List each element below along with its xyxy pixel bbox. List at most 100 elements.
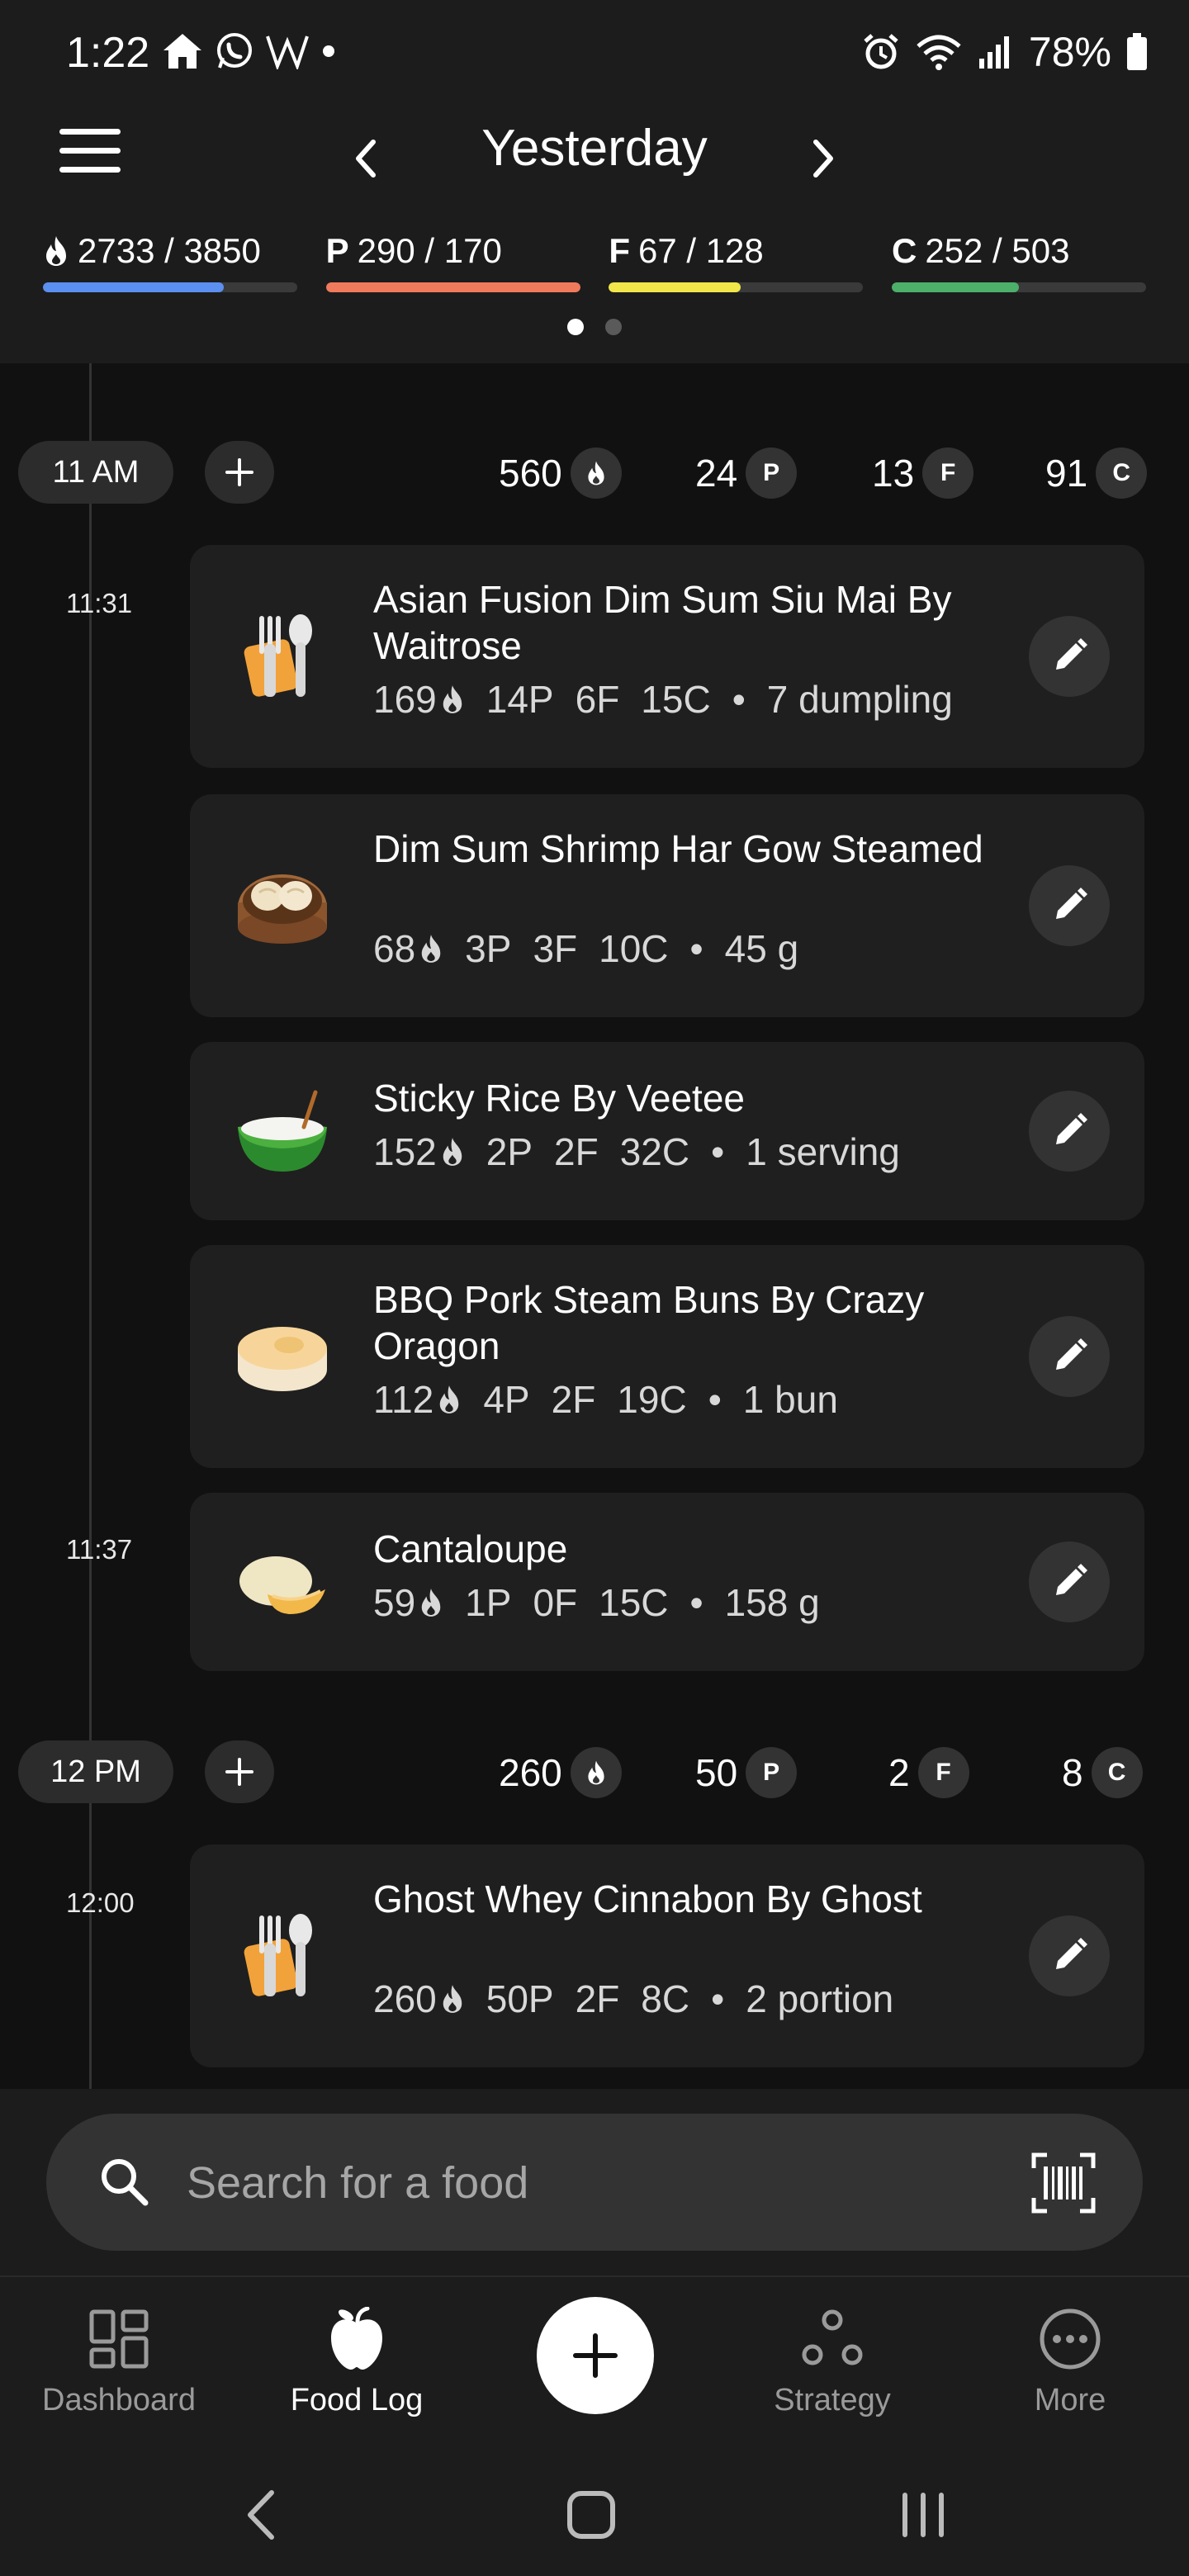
separator-dot: •	[689, 927, 703, 970]
food-carbs: 15C	[641, 678, 711, 721]
search-bar[interactable]	[46, 2114, 1143, 2251]
food-protein: 50P	[486, 1977, 554, 2020]
add-to-hour-button[interactable]	[205, 441, 274, 504]
edit-entry-button[interactable]	[1029, 1541, 1110, 1622]
apple-icon	[331, 2307, 382, 2370]
hour-carbs-value: 91	[1045, 452, 1088, 495]
separator-dot: •	[708, 1378, 722, 1421]
hour-calories-value: 260	[499, 1751, 562, 1794]
protein-progress-bar	[325, 282, 580, 292]
rice-bowl-icon	[233, 1082, 332, 1181]
flame-icon	[443, 1985, 462, 2013]
flame-icon	[440, 1385, 459, 1413]
page-dot-1[interactable]	[567, 319, 584, 335]
flame-icon	[443, 685, 462, 713]
food-entry-card[interactable]: BBQ Pork Steam Buns By Crazy Oragon 112 …	[190, 1245, 1144, 1468]
chevron-right-icon	[813, 140, 833, 178]
home-square-icon	[567, 2491, 615, 2539]
food-protein: 2P	[486, 1130, 533, 1173]
menu-button[interactable]	[59, 129, 121, 178]
system-recents-button[interactable]	[882, 2482, 964, 2548]
dumpling-basket-icon	[233, 856, 332, 955]
hour-carbs: 91 C	[1045, 444, 1148, 502]
tab-more[interactable]: More	[971, 2302, 1169, 2442]
hour-fat: 13 F	[872, 444, 974, 502]
utensils-icon	[233, 607, 332, 706]
separator-dot: •	[711, 1977, 725, 2020]
tab-food-log[interactable]: Food Log	[258, 2302, 456, 2442]
edit-entry-button[interactable]	[1029, 865, 1110, 946]
hour-calories: 560	[499, 444, 622, 502]
food-fat: 0F	[533, 1581, 578, 1624]
macro-calories: 2733 / 3850	[43, 228, 297, 292]
macro-summary[interactable]: 2733 / 3850 P 290 / 170 F 67 / 128 C 252…	[43, 228, 1146, 292]
barcode-scan-icon	[1031, 2152, 1096, 2214]
food-serving: 1 bun	[742, 1378, 838, 1421]
pencil-icon	[1056, 638, 1087, 670]
food-fat: 6F	[575, 678, 620, 721]
food-title: Ghost Whey Cinnabon By Ghost	[373, 1878, 922, 1920]
food-carbs: 19C	[617, 1378, 687, 1421]
next-day-button[interactable]	[794, 125, 852, 192]
edit-entry-button[interactable]	[1029, 1091, 1110, 1172]
food-entry-card[interactable]: Ghost Whey Cinnabon By Ghost 260 50P 2F …	[190, 1844, 1144, 2067]
fat-progress-bar	[609, 282, 864, 292]
food-calories: 68	[373, 927, 416, 970]
hour-carbs: 8 C	[1062, 1744, 1143, 1802]
entry-time: 12:00	[66, 1887, 135, 1918]
food-fat: 2F	[554, 1130, 599, 1173]
alarm-icon	[864, 34, 898, 69]
food-stats: 59 1P 0F 15C • 158 g	[373, 1580, 820, 1625]
pencil-icon	[1056, 1564, 1087, 1595]
pencil-icon	[1056, 888, 1087, 919]
timeline-line	[89, 363, 92, 2089]
food-protein: 3P	[465, 927, 512, 970]
w-app-icon	[266, 36, 309, 69]
food-carbs: 32C	[619, 1130, 690, 1173]
plus-icon	[225, 1758, 253, 1786]
food-entry-card[interactable]: Asian Fusion Dim Sum Siu Mai By Waitrose…	[190, 545, 1144, 768]
recents-icon	[902, 2493, 944, 2537]
hour-group-header: 11 AM 560 24 P 13 F 91 C	[0, 441, 1189, 507]
fat-badge: F	[922, 447, 974, 499]
food-carbs: 15C	[599, 1581, 669, 1624]
dot-icon	[323, 45, 334, 57]
food-calories: 112	[373, 1378, 434, 1421]
macro-protein: P 290 / 170	[325, 228, 580, 292]
macro-protein-letter: P	[325, 231, 349, 270]
tab-dashboard[interactable]: Dashboard	[20, 2302, 218, 2442]
system-navigation-bar	[0, 2457, 1189, 2576]
flame-icon	[46, 236, 66, 266]
calories-progress-bar	[43, 282, 297, 292]
food-entry-card[interactable]: Dim Sum Shrimp Har Gow Steamed 68 3P 3F …	[190, 794, 1144, 1017]
hour-calories: 260	[499, 1744, 622, 1802]
tab-strategy[interactable]: Strategy	[733, 2302, 931, 2442]
flame-icon	[421, 935, 441, 963]
chevron-left-icon	[356, 140, 376, 178]
barcode-scan-button[interactable]	[1030, 2150, 1097, 2216]
food-stats: 152 2P 2F 32C • 1 serving	[373, 1129, 900, 1174]
macro-calories-value: 2733 / 3850	[78, 231, 261, 270]
edit-entry-button[interactable]	[1029, 616, 1110, 697]
hour-protein-value: 24	[695, 452, 738, 495]
page-dot-2[interactable]	[605, 319, 622, 335]
add-to-hour-button[interactable]	[205, 1740, 274, 1803]
food-log-timeline[interactable]: 11 AM 560 24 P 13 F 91 C 11:31 Asian Fus…	[0, 363, 1189, 2089]
food-entry-card[interactable]: Cantaloupe 59 1P 0F 15C • 158 g	[190, 1493, 1144, 1671]
food-protein: 1P	[465, 1581, 512, 1624]
whatsapp-icon	[217, 33, 252, 69]
flame-icon	[443, 1138, 462, 1166]
add-food-button[interactable]	[537, 2297, 654, 2414]
page-indicator	[0, 319, 1189, 335]
system-home-button[interactable]	[550, 2482, 632, 2548]
signal-icon	[978, 36, 1009, 69]
previous-day-button[interactable]	[337, 125, 395, 192]
edit-entry-button[interactable]	[1029, 1316, 1110, 1397]
search-input[interactable]	[187, 2148, 1012, 2218]
hour-fat-value: 2	[888, 1751, 910, 1794]
edit-entry-button[interactable]	[1029, 1915, 1110, 1996]
system-back-button[interactable]	[220, 2482, 302, 2548]
food-calories: 260	[373, 1977, 437, 2020]
food-entry-card[interactable]: Sticky Rice By Veetee 152 2P 2F 32C • 1 …	[190, 1042, 1144, 1220]
home-icon	[163, 34, 201, 69]
